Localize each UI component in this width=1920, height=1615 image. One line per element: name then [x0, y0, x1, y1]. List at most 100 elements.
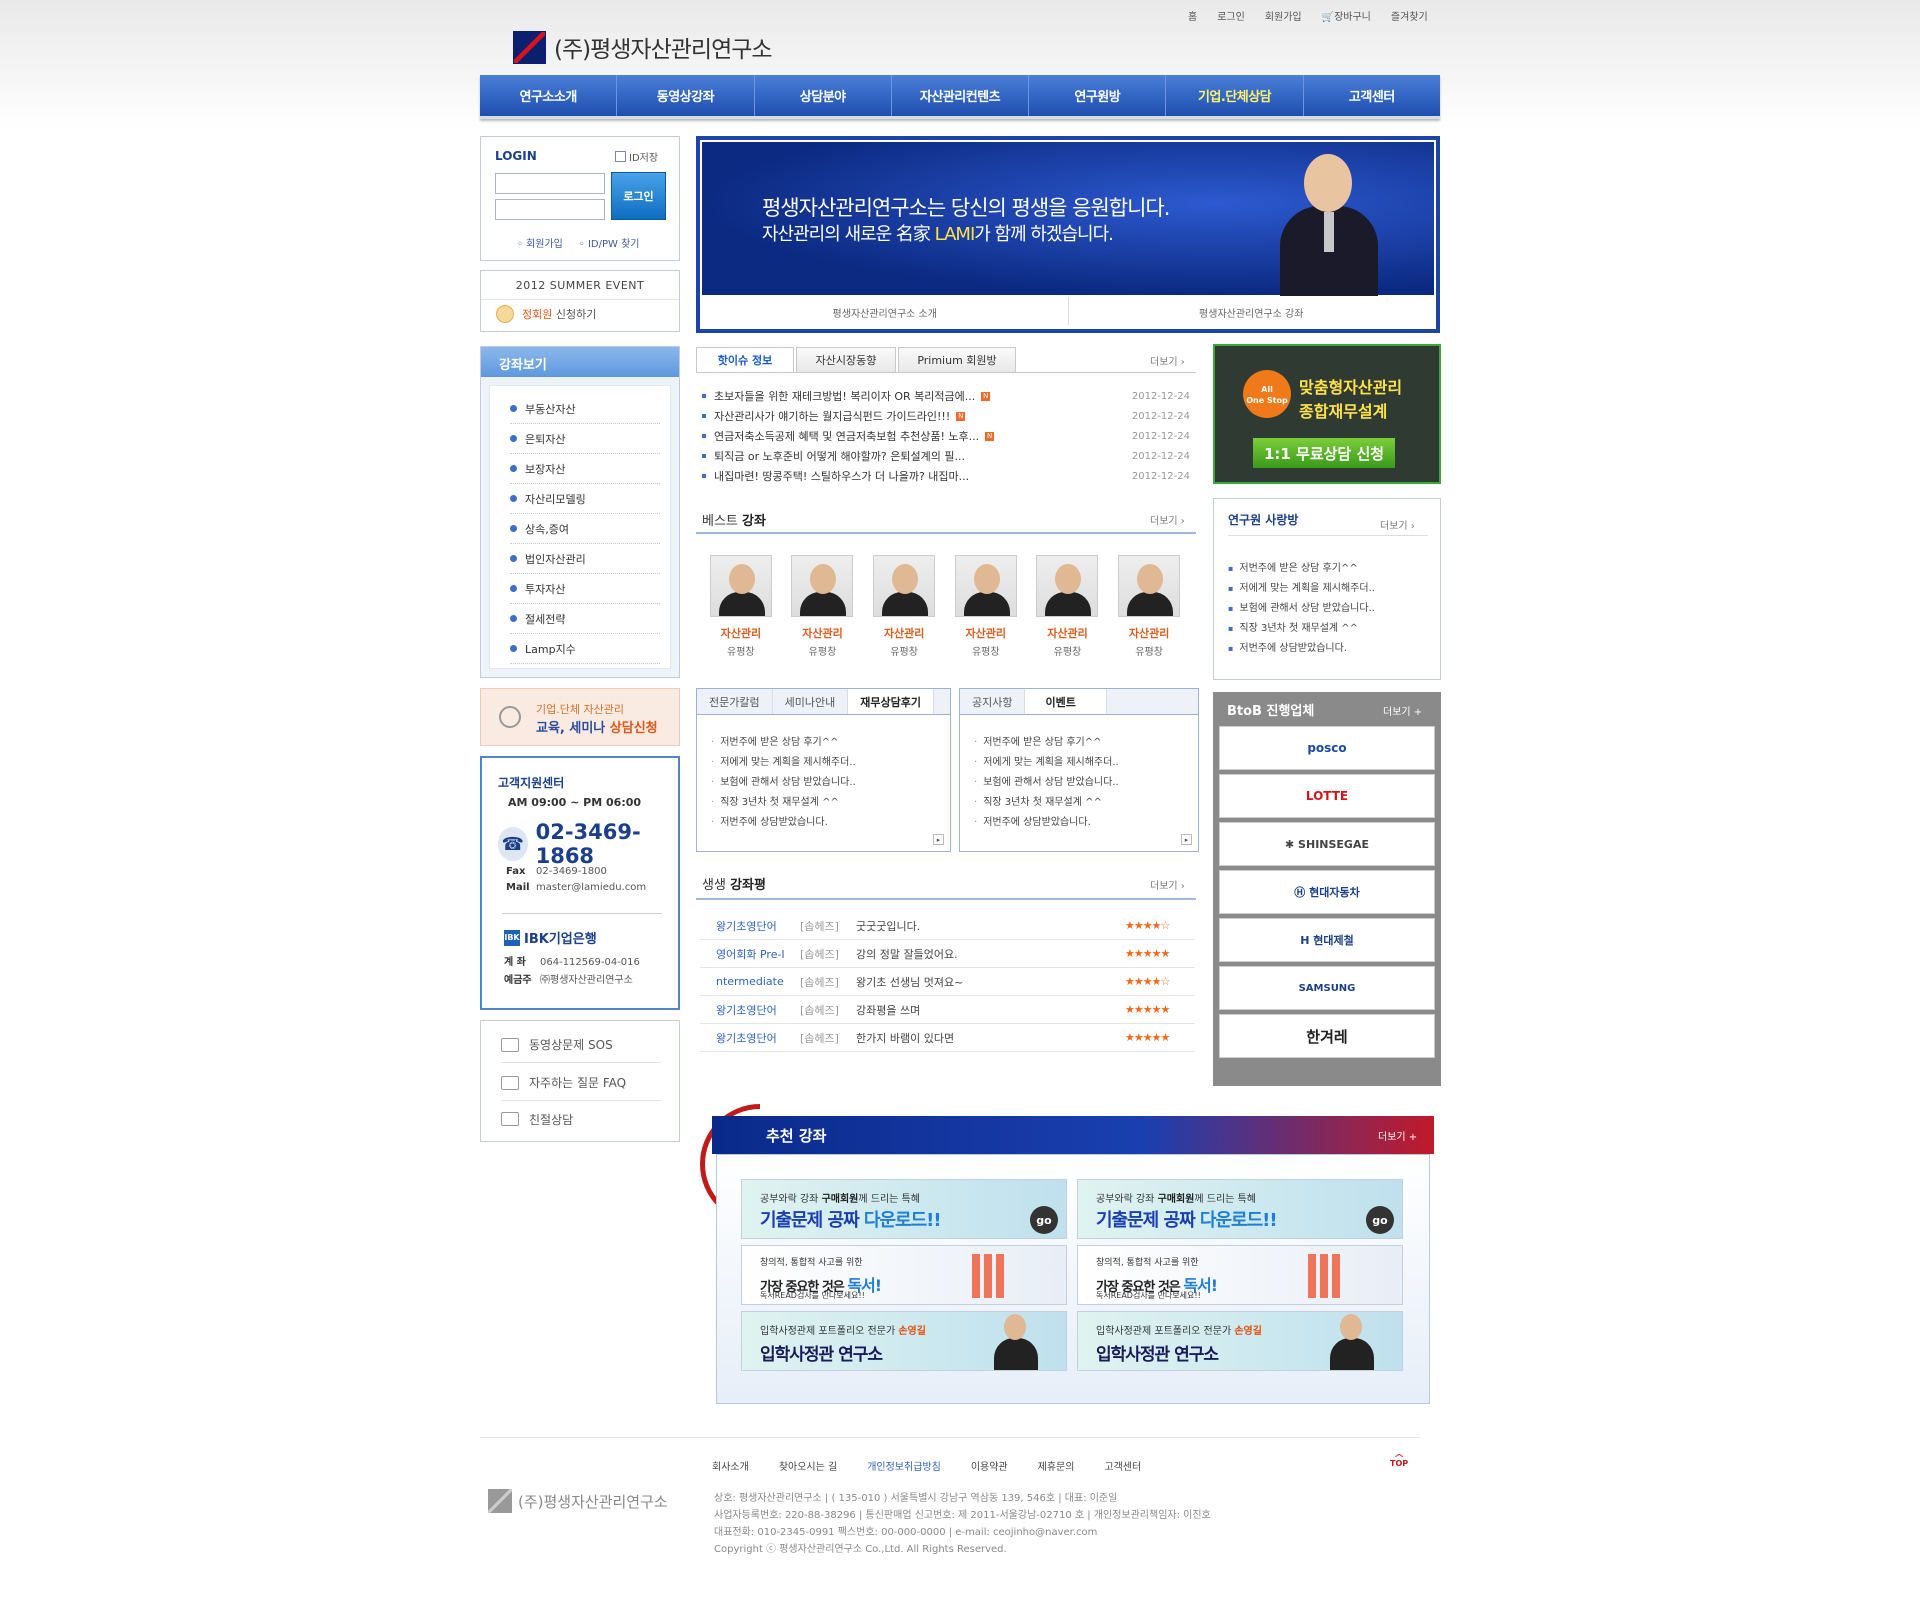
news-more-link[interactable]: 더보기 › [1150, 353, 1185, 368]
list-item[interactable]: 직장 3년차 첫 재무설계 ^^ [711, 793, 856, 813]
join-link[interactable]: ◦ 회원가입 [517, 235, 563, 250]
member-apply[interactable]: 정회원 신청하기 [496, 305, 596, 323]
tab-notice[interactable]: 공지사항 [960, 689, 1026, 714]
util-login[interactable]: 로그인 [1217, 8, 1245, 23]
util-join[interactable]: 회원가입 [1265, 8, 1302, 23]
list-item[interactable]: 저번주에 상담받았습니다. [711, 813, 856, 833]
lecture-item[interactable]: 보장자산 [510, 454, 660, 484]
lecturer-card[interactable]: 자산관리 유평창 [869, 555, 939, 658]
list-item[interactable]: 보험에 관해서 상담 받았습니다.. [1228, 599, 1375, 619]
review-row[interactable]: ntermediate [솝헤즈] 왕기초 선생님 멋져요~ ★★★★☆ [700, 968, 1195, 996]
footer-link-company[interactable]: 회사소개 [712, 1458, 749, 1473]
partner-logo-hyundai-steel[interactable]: H 현대제철 [1219, 918, 1435, 962]
news-item[interactable]: 내집마련! 땅콩주택! 스틸하우스가 더 나을까? 내집마... 2012-12-… [700, 466, 1190, 486]
review-row[interactable]: 왕기초영단어 [솝헤즈] 굿굿굿입니다. ★★★★☆ [700, 912, 1195, 940]
partner-logo-lotte[interactable]: LOTTE [1219, 774, 1435, 818]
news-item[interactable]: 초보자들을 위한 재테크방법! 복리이자 OR 복리적금에... N 2012-12… [700, 386, 1190, 406]
list-item[interactable]: 저에게 맞는 계획을 제시해주더.. [1228, 579, 1375, 599]
recommended-more-link[interactable]: 더보기 + [1378, 1128, 1417, 1143]
tab-market[interactable]: 자산시장동향 [796, 347, 896, 373]
seminar-banner[interactable]: 기업.단체 자산관리 교육, 세미나 상담신청 [480, 688, 680, 746]
banner-tab-lecture[interactable]: 평생자산관리연구소 강좌 [1069, 297, 1435, 325]
lecture-item[interactable]: 상속,증여 [510, 514, 660, 544]
tab-event[interactable]: 이벤트 [1025, 689, 1107, 714]
list-item[interactable]: 보험에 관해서 상담 받았습니다.. [974, 773, 1119, 793]
promo-card-exam[interactable]: 공부와락 강좌 구매회원께 드리는 특혜 기출문제 공짜 다운로드!! go [741, 1179, 1067, 1239]
list-item[interactable]: 저번주에 상담받았습니다. [974, 813, 1119, 833]
list-item[interactable]: 직장 3년차 첫 재무설계 ^^ [974, 793, 1119, 813]
nav-item-about[interactable]: 연구소소개 [480, 75, 618, 116]
util-home[interactable]: 홈 [1188, 8, 1197, 23]
partner-logo-samsung[interactable]: SAMSUNG [1219, 966, 1435, 1010]
quick-link-consult[interactable]: 친절상담 [501, 1101, 661, 1137]
lecturer-card[interactable]: 자산관리 유평창 [706, 555, 776, 658]
lecture-item[interactable]: 부동산자산 [510, 394, 660, 424]
next-arrow-icon[interactable]: ▸ [933, 834, 944, 845]
promo-card-reading[interactable]: 창의적, 통합적 사고를 위한 가장 중요한 것은 독서! 독서READ검사를 … [741, 1245, 1067, 1305]
go-button[interactable]: go [1366, 1206, 1394, 1234]
save-id-checkbox[interactable]: ID저장 [615, 149, 658, 164]
nav-item-consult[interactable]: 상담분야 [755, 75, 892, 116]
promo-card-reading[interactable]: 창의적, 통합적 사고를 위한 가장 중요한 것은 독서! 독서READ검사를 … [1077, 1245, 1403, 1305]
lecture-item[interactable]: 은퇴자산 [510, 424, 660, 454]
find-id-link[interactable]: ◦ ID/PW 찾기 [579, 235, 640, 250]
quick-link-sos[interactable]: 동영상문제 SOS [501, 1027, 661, 1063]
footer-link-partnership[interactable]: 제휴문의 [1038, 1458, 1075, 1473]
nav-item-video[interactable]: 동영상강좌 [617, 75, 755, 116]
lecturer-card[interactable]: 자산관리 유평창 [1032, 555, 1102, 658]
partner-logo-hyundai-motor[interactable]: Ⓗ 현대자동차 [1219, 870, 1435, 914]
review-row[interactable]: 왕기초영단어 [솝헤즈] 강좌평을 쓰며 ★★★★★ [700, 996, 1195, 1024]
onestop-consult-banner[interactable]: All One Stop 맞춤형자산관리 종합재무설계 1:1 무료상담 신청 [1213, 344, 1441, 484]
password-input[interactable] [495, 199, 605, 220]
footer-link-terms[interactable]: 이용약관 [971, 1458, 1008, 1473]
go-button[interactable]: go [1030, 1206, 1058, 1234]
tab-expert-column[interactable]: 전문가칼럼 [697, 689, 773, 714]
best-more-link[interactable]: 더보기 › [1150, 512, 1185, 527]
list-item[interactable]: 직장 3년차 첫 재무설계 ^^ [1228, 619, 1375, 639]
list-item[interactable]: 저번주에 받은 상담 후기^^ [711, 733, 856, 753]
lecture-item[interactable]: Lamp지수 [510, 634, 660, 664]
review-more-link[interactable]: 더보기 › [1150, 877, 1185, 892]
promo-card-admission[interactable]: 입학사정관제 포트폴리오 전문가 손영길 입학사정관 연구소 [1077, 1311, 1403, 1371]
scroll-top-button[interactable]: ︿ TOP [1390, 1448, 1408, 1468]
footer-link-location[interactable]: 찾아오시는 길 [779, 1458, 837, 1473]
partner-logo-posco[interactable]: posco [1219, 726, 1435, 770]
lecture-item[interactable]: 자산리모델링 [510, 484, 660, 514]
lecturer-card[interactable]: 자산관리 유평창 [1114, 555, 1184, 658]
list-item[interactable]: 저에게 맞는 계획을 제시해주더.. [974, 753, 1119, 773]
footer-link-privacy[interactable]: 개인정보취급방침 [867, 1458, 941, 1473]
main-banner[interactable]: 평생자산관리연구소는 당신의 평생을 응원합니다. 자산관리의 새로운 名家 L… [696, 136, 1440, 333]
lecture-item[interactable]: 법인자산관리 [510, 544, 660, 574]
list-item[interactable]: 저번주에 받은 상담 후기^^ [1228, 559, 1375, 579]
partner-logo-hankyoreh[interactable]: 한겨레 [1219, 1014, 1435, 1058]
news-item[interactable]: 퇴직금 or 노후준비 어떻게 해야할까? 은퇴설계의 필... 2012-12-… [700, 446, 1190, 466]
btob-more-link[interactable]: 더보기 + [1383, 703, 1422, 718]
tab-review[interactable]: 재무상담후기 [848, 689, 934, 714]
lecture-item[interactable]: 투자자산 [510, 574, 660, 604]
review-row[interactable]: 영어회화 Pre-I [솝헤즈] 강의 정말 잘들었어요. ★★★★★ [700, 940, 1195, 968]
next-arrow-icon[interactable]: ▸ [1181, 834, 1192, 845]
lecturer-card[interactable]: 자산관리 유평창 [787, 555, 857, 658]
free-consult-button[interactable]: 1:1 무료상담 신청 [1253, 438, 1395, 468]
banner-tab-about[interactable]: 평생자산관리연구소 소개 [702, 297, 1069, 325]
list-item[interactable]: 저에게 맞는 계획을 제시해주더.. [711, 753, 856, 773]
site-logo[interactable]: (주)평생자산관리연구소 [513, 30, 773, 64]
login-button[interactable]: 로그인 [611, 172, 666, 220]
lecture-item[interactable]: 절세전략 [510, 604, 660, 634]
footer-link-support[interactable]: 고객센터 [1104, 1458, 1141, 1473]
promo-card-exam[interactable]: 공부와락 강좌 구매회원께 드리는 특혜 기출문제 공짜 다운로드!! go [1077, 1179, 1403, 1239]
partner-logo-shinsegae[interactable]: ✱ SHINSEGAE [1219, 822, 1435, 866]
nav-item-contents[interactable]: 자산관리컨텐츠 [892, 75, 1030, 116]
list-item[interactable]: 저번주에 상담받았습니다. [1228, 639, 1375, 659]
lecturer-card[interactable]: 자산관리 유평창 [951, 555, 1021, 658]
review-row[interactable]: 왕기초영단어 [솝헤즈] 한가지 바램이 있다면 ★★★★★ [700, 1024, 1195, 1052]
promo-card-admission[interactable]: 입학사정관제 포트폴리오 전문가 손영길 입학사정관 연구소 [741, 1311, 1067, 1371]
nav-item-corporate[interactable]: 기업.단체상담 [1166, 75, 1304, 116]
tab-hot-issue[interactable]: 핫이슈 정보 [696, 347, 794, 373]
lounge-more-link[interactable]: 더보기 › [1380, 517, 1415, 532]
summer-event-box[interactable]: 2012 SUMMER EVENT 정회원 신청하기 [480, 270, 680, 332]
tab-seminar[interactable]: 세미나안내 [773, 689, 849, 714]
id-input[interactable] [495, 173, 605, 194]
util-cart[interactable]: 🛒장바구니 [1322, 8, 1371, 23]
quick-link-faq[interactable]: 자주하는 질문 FAQ [501, 1065, 661, 1101]
